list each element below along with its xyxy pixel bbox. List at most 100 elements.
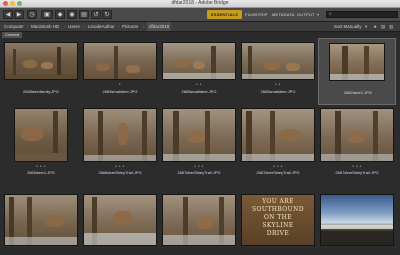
workspace-tab-metadata[interactable]: METADATA: [272, 10, 295, 19]
thumbnail-cell[interactable]: * * * 2667deerSkieyTrail.JPG: [160, 106, 238, 175]
breadcrumb-users[interactable]: Users: [68, 22, 80, 31]
photo-thumbnail[interactable]: [83, 42, 157, 80]
rotate-left-button[interactable]: ↺: [91, 10, 101, 19]
thumbnail-cell[interactable]: * * * 2665deer1.JPG: [2, 106, 80, 175]
back-button[interactable]: ◀: [3, 10, 13, 19]
photo-thumbnail[interactable]: [4, 194, 78, 246]
thumbnail-cell[interactable]: 2665deerfamily.JPG: [2, 38, 80, 105]
sign-line: SKYLINE: [262, 222, 294, 229]
recent-folders-button[interactable]: ◷: [27, 10, 37, 19]
file-name[interactable]: 2662deer1.JPG: [319, 90, 397, 95]
workspace-tab-output[interactable]: OUTPUT: [297, 10, 315, 19]
photo-thumbnail[interactable]: [329, 43, 385, 81]
workspace-tab-essentials[interactable]: ESSENTIALS: [207, 10, 243, 19]
rotate-left-icon: ↺: [93, 12, 99, 18]
thumbnail-cell[interactable]: [318, 188, 396, 255]
thumbnail-cell[interactable]: [81, 188, 159, 255]
sign-line: ON THE: [263, 214, 293, 221]
aperture-icon: ◉: [69, 12, 75, 18]
workspace-menu-chevron-icon[interactable]: ▾: [317, 10, 319, 19]
breadcrumb-separator-icon: ›: [64, 24, 66, 29]
rating-stars[interactable]: * * *: [318, 164, 396, 169]
photo-thumbnail[interactable]: [162, 42, 236, 80]
camera-icon: ▣: [44, 12, 50, 18]
app-toolbar: ◀ ▶ ◷ ▣ ◆ ◉ ▤ ↺ ↻ ESSENTIALS FILMSTRIP M…: [0, 8, 400, 22]
thumbnail-cell[interactable]: * * 2665smalldeer.JPG: [160, 38, 238, 105]
photo-thumbnail[interactable]: [241, 108, 315, 162]
rating-stars[interactable]: * *: [160, 82, 238, 87]
photo-thumbnail[interactable]: [241, 42, 315, 80]
clock-icon: ◷: [29, 12, 35, 18]
search-icon: ⌕: [329, 11, 332, 17]
thumbnail-cell[interactable]: * * * 2667deerSkieyTrail.JPG: [239, 106, 317, 175]
workspace-tab-filmstrip[interactable]: FILMSTRIP: [245, 10, 268, 19]
thumbnail-cell[interactable]: * 2665smalldeer.JPG: [81, 38, 159, 105]
get-photos-button[interactable]: ▣: [41, 10, 53, 19]
rotate-right-icon: ↻: [104, 12, 110, 18]
breadcrumb-separator-icon: ›: [118, 24, 120, 29]
breadcrumb-current-folder[interactable]: dfdar2018: [147, 22, 172, 31]
file-name[interactable]: 2665smalldeer.JPG: [81, 89, 159, 94]
search-input[interactable]: ⌕: [326, 11, 398, 18]
photo-thumbnail[interactable]: [83, 194, 157, 246]
photo-thumbnail[interactable]: [162, 108, 236, 162]
rating-stars[interactable]: * * *: [81, 164, 159, 169]
breadcrumb-separator-icon: ›: [27, 24, 29, 29]
photo-thumbnail-landscape[interactable]: [320, 194, 394, 246]
rating-stars[interactable]: * *: [239, 82, 317, 87]
output-button[interactable]: ▤: [79, 10, 89, 19]
sort-menu[interactable]: Sort Manually: [334, 22, 362, 31]
breadcrumb-user-folder[interactable]: LinodeAuthor: [88, 22, 115, 31]
thumbnail-cell[interactable]: [160, 188, 238, 255]
sign-line: SOUTHBOUND: [252, 206, 304, 213]
thumbnail-cell[interactable]: * * * 2667deerSkieyTrail.JPG: [318, 106, 396, 175]
breadcrumb-separator-icon: ›: [84, 24, 86, 29]
sign-text: YOU ARE SOUTHBOUND ON THE SKYLINE DRIVE: [242, 198, 314, 238]
rating-stars[interactable]: * * *: [2, 164, 80, 169]
breadcrumb-macintosh-hd[interactable]: Macintosh HD: [31, 22, 59, 31]
filter-stars-icon[interactable]: ★: [373, 22, 377, 31]
breadcrumb-computer[interactable]: Computer: [4, 22, 24, 31]
content-panel: 2665deerfamily.JPG * 2665smalldeer.JPG *…: [0, 38, 400, 250]
thumbnail-cell[interactable]: [2, 188, 80, 255]
thumbnail-cell[interactable]: * * 2665smalldeer.JPG: [239, 38, 317, 105]
sign-line: YOU ARE: [262, 198, 294, 205]
photo-thumbnail-sign[interactable]: YOU ARE SOUTHBOUND ON THE SKYLINE DRIVE: [241, 194, 315, 246]
rating-stars[interactable]: *: [81, 82, 159, 87]
breadcrumb-separator-icon: ›: [143, 24, 145, 29]
window-titlebar: dfdar2018 - Adobe Bridge: [0, 0, 400, 8]
sort-direction-icon[interactable]: ▾: [365, 22, 367, 31]
file-name[interactable]: 2667deerSkieyTrail.JPG: [239, 170, 317, 175]
window-title: dfdar2018 - Adobe Bridge: [171, 0, 229, 6]
file-name[interactable]: 2666deerSkieyTrail.JPG: [81, 170, 159, 175]
photo-thumbnail[interactable]: [83, 108, 157, 162]
rotate-right-button[interactable]: ↻: [102, 10, 112, 19]
refine-button[interactable]: ◆: [55, 10, 65, 19]
file-name[interactable]: 2665deerfamily.JPG: [2, 89, 80, 94]
arrow-right-icon: ▶: [16, 12, 22, 18]
output-icon: ▤: [81, 12, 87, 18]
photo-thumbnail[interactable]: [320, 108, 394, 162]
file-name[interactable]: 2665smalldeer.JPG: [239, 89, 317, 94]
file-name[interactable]: 2665deer1.JPG: [2, 170, 80, 175]
open-in-camera-raw-button[interactable]: ◉: [67, 10, 77, 19]
file-name[interactable]: 2667deerSkieyTrail.JPG: [318, 170, 396, 175]
rating-stars[interactable]: * * *: [239, 164, 317, 169]
photo-thumbnail[interactable]: [4, 42, 78, 80]
arrow-left-icon: ◀: [5, 12, 11, 18]
file-name[interactable]: 2667deerSkieyTrail.JPG: [160, 170, 238, 175]
rating-stars[interactable]: * * *: [160, 164, 238, 169]
sign-line: DRIVE: [266, 230, 290, 237]
thumbnail-cell-selected[interactable]: 2662deer1.JPG: [318, 38, 396, 105]
new-folder-icon[interactable]: ▥: [389, 22, 393, 31]
photo-thumbnail[interactable]: [162, 194, 236, 246]
path-bar: Computer › Macintosh HD › Users › Linode…: [0, 22, 400, 32]
refine-icon: ◆: [57, 12, 63, 18]
thumbnail-cell[interactable]: * * * 2666deerSkieyTrail.JPG: [81, 106, 159, 175]
file-name[interactable]: 2665smalldeer.JPG: [160, 89, 238, 94]
breadcrumb-pictures[interactable]: Pictures: [122, 22, 138, 31]
open-recent-file-icon[interactable]: ▤: [381, 22, 385, 31]
forward-button[interactable]: ▶: [14, 10, 24, 19]
photo-thumbnail[interactable]: [14, 108, 68, 162]
thumbnail-cell[interactable]: YOU ARE SOUTHBOUND ON THE SKYLINE DRIVE: [239, 188, 317, 255]
